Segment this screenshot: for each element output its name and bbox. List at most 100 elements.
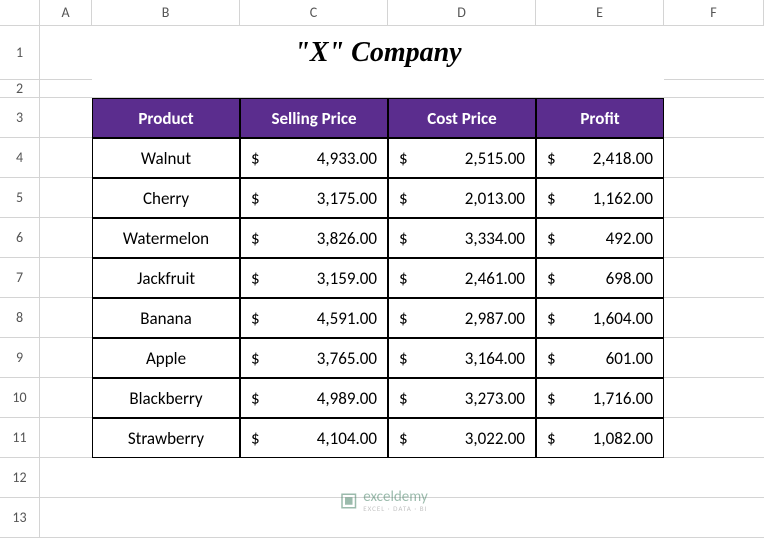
- cell-A10[interactable]: [40, 378, 92, 418]
- row-header-10[interactable]: 10: [0, 378, 40, 418]
- col-header-D[interactable]: D: [388, 0, 536, 26]
- cell-B13[interactable]: [92, 498, 240, 538]
- cell-D2[interactable]: [388, 80, 536, 98]
- cell-product-1[interactable]: Cherry: [92, 178, 240, 218]
- cell-F3[interactable]: [664, 98, 764, 138]
- cell-product-3[interactable]: Jackfruit: [92, 258, 240, 298]
- row-header-6[interactable]: 6: [0, 218, 40, 258]
- cell-profit-3[interactable]: $698.00: [536, 258, 664, 298]
- spreadsheet-grid: A B C D E F 1 "X" Company 2 3 Product Se…: [0, 0, 767, 538]
- cell-F11[interactable]: [664, 418, 764, 458]
- row-header-12[interactable]: 12: [0, 458, 40, 498]
- cell-cost-2[interactable]: $3,334.00: [388, 218, 536, 258]
- cell-E2[interactable]: [536, 80, 664, 98]
- cell-product-6[interactable]: Blackberry: [92, 378, 240, 418]
- cell-F8[interactable]: [664, 298, 764, 338]
- dollar-icon: $: [399, 388, 408, 409]
- cell-selling-5[interactable]: $3,765.00: [240, 338, 388, 378]
- cell-A5[interactable]: [40, 178, 92, 218]
- value: 3,826.00: [317, 228, 377, 249]
- cell-F2[interactable]: [664, 80, 764, 98]
- dollar-icon: $: [547, 188, 556, 209]
- cell-selling-7[interactable]: $4,104.00: [240, 418, 388, 458]
- row-header-13[interactable]: 13: [0, 498, 40, 538]
- cell-F1[interactable]: [664, 26, 764, 80]
- cell-selling-0[interactable]: $4,933.00: [240, 138, 388, 178]
- cell-product-0[interactable]: Walnut: [92, 138, 240, 178]
- header-product[interactable]: Product: [92, 98, 240, 138]
- cell-profit-0[interactable]: $2,418.00: [536, 138, 664, 178]
- cell-A6[interactable]: [40, 218, 92, 258]
- cell-F10[interactable]: [664, 378, 764, 418]
- cell-A12[interactable]: [40, 458, 92, 498]
- cell-A7[interactable]: [40, 258, 92, 298]
- cell-profit-2[interactable]: $492.00: [536, 218, 664, 258]
- cell-cost-4[interactable]: $2,987.00: [388, 298, 536, 338]
- cell-selling-2[interactable]: $3,826.00: [240, 218, 388, 258]
- cell-A11[interactable]: [40, 418, 92, 458]
- col-header-F[interactable]: F: [664, 0, 764, 26]
- cell-cost-0[interactable]: $2,515.00: [388, 138, 536, 178]
- row-header-9[interactable]: 9: [0, 338, 40, 378]
- cell-A4[interactable]: [40, 138, 92, 178]
- cell-B2[interactable]: [92, 80, 240, 98]
- dollar-icon: $: [251, 148, 260, 169]
- cell-A2[interactable]: [40, 80, 92, 98]
- cell-A3[interactable]: [40, 98, 92, 138]
- cell-F12[interactable]: [664, 458, 764, 498]
- cell-selling-3[interactable]: $3,159.00: [240, 258, 388, 298]
- watermark-text: exceldemy EXCEL · DATA · BI: [363, 490, 427, 512]
- cell-cost-5[interactable]: $3,164.00: [388, 338, 536, 378]
- cell-B12[interactable]: [92, 458, 240, 498]
- cell-cost-6[interactable]: $3,273.00: [388, 378, 536, 418]
- cell-F7[interactable]: [664, 258, 764, 298]
- row-header-3[interactable]: 3: [0, 98, 40, 138]
- cell-F9[interactable]: [664, 338, 764, 378]
- cell-A1[interactable]: [40, 26, 92, 80]
- watermark-sub: EXCEL · DATA · BI: [363, 505, 427, 512]
- cell-cost-7[interactable]: $3,022.00: [388, 418, 536, 458]
- row-header-4[interactable]: 4: [0, 138, 40, 178]
- row-header-1[interactable]: 1: [0, 26, 40, 80]
- cell-F6[interactable]: [664, 218, 764, 258]
- cell-C2[interactable]: [240, 80, 388, 98]
- cell-profit-5[interactable]: $601.00: [536, 338, 664, 378]
- cell-E12[interactable]: [536, 458, 664, 498]
- col-header-E[interactable]: E: [536, 0, 664, 26]
- col-header-B[interactable]: B: [92, 0, 240, 26]
- cell-A13[interactable]: [40, 498, 92, 538]
- cell-profit-7[interactable]: $1,082.00: [536, 418, 664, 458]
- row-header-8[interactable]: 8: [0, 298, 40, 338]
- cell-profit-6[interactable]: $1,716.00: [536, 378, 664, 418]
- cell-cost-3[interactable]: $2,461.00: [388, 258, 536, 298]
- cell-F13[interactable]: [664, 498, 764, 538]
- value: 1,716.00: [593, 388, 653, 409]
- header-selling-price[interactable]: Selling Price: [240, 98, 388, 138]
- col-header-C[interactable]: C: [240, 0, 388, 26]
- value: 2,013.00: [465, 188, 525, 209]
- cell-profit-4[interactable]: $1,604.00: [536, 298, 664, 338]
- col-header-A[interactable]: A: [40, 0, 92, 26]
- cell-profit-1[interactable]: $1,162.00: [536, 178, 664, 218]
- cell-E13[interactable]: [536, 498, 664, 538]
- cell-product-5[interactable]: Apple: [92, 338, 240, 378]
- cell-F5[interactable]: [664, 178, 764, 218]
- row-header-7[interactable]: 7: [0, 258, 40, 298]
- cell-cost-1[interactable]: $2,013.00: [388, 178, 536, 218]
- header-profit[interactable]: Profit: [536, 98, 664, 138]
- row-header-11[interactable]: 11: [0, 418, 40, 458]
- row-header-2[interactable]: 2: [0, 80, 40, 98]
- title-cell[interactable]: "X" Company: [92, 26, 664, 80]
- cell-product-7[interactable]: Strawberry: [92, 418, 240, 458]
- cell-F4[interactable]: [664, 138, 764, 178]
- cell-selling-4[interactable]: $4,591.00: [240, 298, 388, 338]
- cell-selling-1[interactable]: $3,175.00: [240, 178, 388, 218]
- value: 492.00: [606, 228, 653, 249]
- header-cost-price[interactable]: Cost Price: [388, 98, 536, 138]
- row-header-5[interactable]: 5: [0, 178, 40, 218]
- cell-product-2[interactable]: Watermelon: [92, 218, 240, 258]
- cell-selling-6[interactable]: $4,989.00: [240, 378, 388, 418]
- cell-product-4[interactable]: Banana: [92, 298, 240, 338]
- cell-A8[interactable]: [40, 298, 92, 338]
- cell-A9[interactable]: [40, 338, 92, 378]
